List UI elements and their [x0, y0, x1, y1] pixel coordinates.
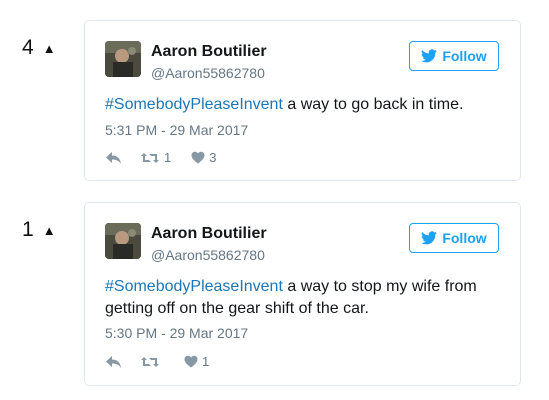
vote-control-2: 1 ▲ — [22, 218, 56, 242]
retweet-button[interactable] — [140, 355, 164, 369]
heart-icon — [184, 355, 198, 368]
tweet-actions: 1 — [105, 354, 209, 369]
vote-control-1: 4 ▲ — [22, 36, 56, 60]
reply-button[interactable] — [105, 355, 122, 369]
vote-count: 4 — [22, 36, 34, 59]
retweet-icon — [141, 152, 159, 163]
tweet-card-1: Aaron Boutilier @Aaron55862780 Follow #S… — [84, 20, 521, 181]
upvote-arrow-icon[interactable]: ▲ — [43, 223, 56, 238]
like-count: 3 — [209, 150, 217, 165]
retweet-icon — [141, 356, 159, 367]
follow-label: Follow — [442, 230, 487, 246]
bird-icon — [421, 231, 438, 245]
reply-icon — [106, 151, 121, 164]
heart-icon — [191, 151, 205, 164]
reply-button[interactable] — [105, 151, 122, 165]
hashtag-link[interactable]: #SomebodyPleaseInvent — [105, 96, 283, 113]
follow-label: Follow — [442, 48, 487, 64]
upvote-arrow-icon[interactable]: ▲ — [43, 41, 56, 56]
reply-icon — [106, 355, 121, 368]
author-name[interactable]: Aaron Boutilier — [151, 225, 267, 243]
author-handle[interactable]: @Aaron55862780 — [151, 247, 265, 263]
like-button[interactable]: 3 — [191, 150, 216, 165]
like-button[interactable]: 1 — [184, 354, 209, 369]
avatar[interactable] — [105, 41, 141, 77]
vote-count: 1 — [22, 218, 34, 241]
tweet-text: #SomebodyPleaseInvent a way to go back i… — [105, 94, 500, 116]
author-name[interactable]: Aaron Boutilier — [151, 43, 267, 61]
timestamp[interactable]: 5:31 PM - 29 Mar 2017 — [105, 122, 248, 138]
tweet-text: #SomebodyPleaseInvent a way to stop my w… — [105, 276, 500, 320]
retweet-count: 1 — [164, 150, 172, 165]
avatar[interactable] — [105, 223, 141, 259]
follow-button[interactable]: Follow — [409, 41, 499, 71]
author-handle[interactable]: @Aaron55862780 — [151, 65, 265, 81]
bird-icon — [421, 49, 438, 63]
tweet-card-2: Aaron Boutilier @Aaron55862780 Follow #S… — [84, 202, 521, 386]
tweet-body: a way to go back in time. — [282, 96, 464, 113]
timestamp[interactable]: 5:30 PM - 29 Mar 2017 — [105, 325, 248, 341]
retweet-button[interactable]: 1 — [140, 150, 171, 165]
like-count: 1 — [202, 354, 210, 369]
hashtag-link[interactable]: #SomebodyPleaseInvent — [105, 278, 283, 295]
follow-button[interactable]: Follow — [409, 223, 499, 253]
tweet-actions: 1 3 — [105, 150, 216, 165]
